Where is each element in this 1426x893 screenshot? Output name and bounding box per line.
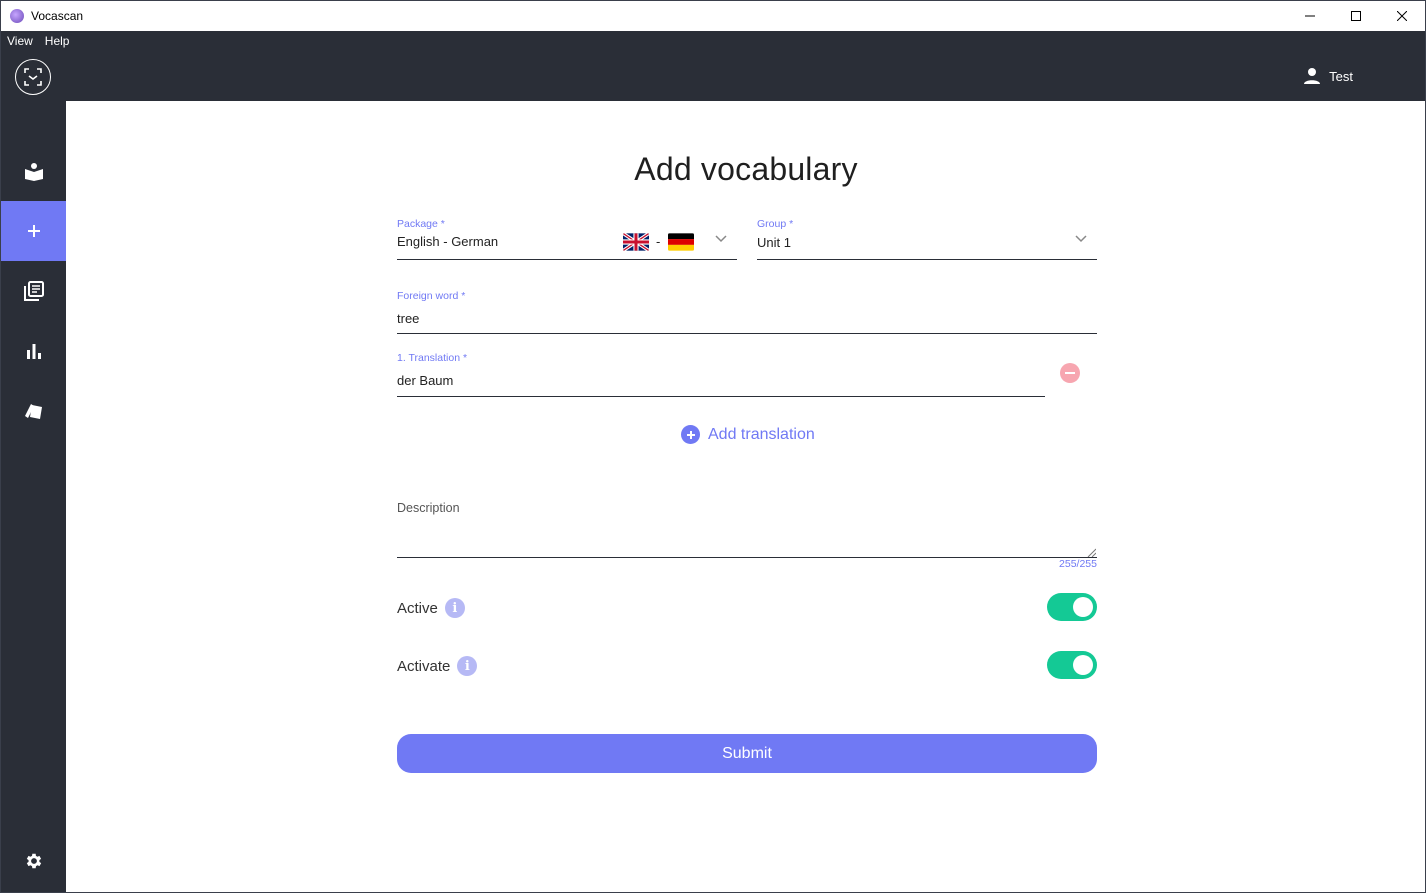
maximize-button[interactable] bbox=[1333, 1, 1379, 31]
translation-field[interactable]: 1. Translation * der Baum bbox=[397, 352, 1045, 397]
description-textarea[interactable] bbox=[397, 557, 1097, 558]
app-logo-icon bbox=[10, 9, 24, 23]
active-row: Active i bbox=[397, 593, 1097, 621]
chevron-down-icon bbox=[1075, 235, 1087, 243]
remove-translation-button[interactable] bbox=[1060, 363, 1080, 383]
active-toggle[interactable] bbox=[1047, 593, 1097, 621]
active-label-group: Active i bbox=[397, 598, 465, 618]
de-flag-icon bbox=[668, 233, 694, 251]
sidebar-item-statistics[interactable] bbox=[1, 321, 66, 381]
flag-separator: - bbox=[656, 234, 661, 249]
info-icon[interactable]: i bbox=[444, 598, 465, 618]
plus-circle-icon bbox=[681, 425, 700, 444]
plus-icon bbox=[27, 225, 40, 237]
toggle-knob bbox=[1073, 655, 1093, 675]
window-title: Vocascan bbox=[31, 9, 84, 23]
close-icon bbox=[1397, 11, 1407, 21]
resize-handle-icon[interactable] bbox=[1086, 547, 1096, 557]
package-label: Package * bbox=[397, 218, 445, 230]
submit-button[interactable]: Submit bbox=[397, 734, 1097, 773]
activate-row: Activate i bbox=[397, 651, 1097, 679]
learn-book-icon bbox=[24, 163, 43, 181]
gb-flag-icon bbox=[623, 233, 649, 251]
foreign-word-label: Foreign word * bbox=[397, 290, 466, 302]
window-controls bbox=[1287, 1, 1425, 31]
menu-help[interactable]: Help bbox=[45, 34, 70, 48]
activate-label-group: Activate i bbox=[397, 656, 478, 676]
page-title: Add vocabulary bbox=[634, 151, 858, 187]
package-select[interactable]: Package * English - German - bbox=[397, 218, 737, 260]
scan-logo-icon bbox=[24, 68, 42, 86]
minus-icon bbox=[1065, 372, 1075, 374]
group-label: Group * bbox=[757, 218, 794, 230]
toggle-knob bbox=[1073, 597, 1093, 617]
description-char-counter: 255/255 bbox=[1059, 558, 1097, 570]
gear-icon bbox=[26, 853, 41, 869]
minimize-icon bbox=[1305, 15, 1315, 17]
sidebar bbox=[1, 101, 66, 892]
maximize-icon bbox=[1351, 11, 1361, 21]
minimize-button[interactable] bbox=[1287, 1, 1333, 31]
add-translation-label: Add translation bbox=[708, 425, 815, 443]
group-value: Unit 1 bbox=[757, 235, 791, 250]
vocascan-logo[interactable] bbox=[15, 59, 51, 95]
sidebar-item-add-vocabulary[interactable] bbox=[1, 201, 66, 261]
translation-value: der Baum bbox=[397, 373, 454, 388]
activate-toggle[interactable] bbox=[1047, 651, 1097, 679]
close-button[interactable] bbox=[1379, 1, 1425, 31]
main-content: Add vocabulary Package * English - Germa… bbox=[66, 101, 1425, 892]
sidebar-item-library[interactable] bbox=[1, 261, 66, 321]
app-window: Vocascan View Help Test Add vocabulary P… bbox=[0, 0, 1426, 893]
bar-chart-icon bbox=[26, 344, 41, 359]
foreign-word-value: tree bbox=[397, 311, 420, 326]
activate-label: Activate bbox=[397, 657, 451, 675]
description-label: Description bbox=[397, 501, 460, 515]
user-name: Test bbox=[1329, 68, 1353, 84]
cards-icon bbox=[24, 404, 42, 419]
info-icon[interactable]: i bbox=[457, 656, 478, 676]
active-label: Active bbox=[397, 599, 438, 617]
chevron-down-icon bbox=[715, 235, 727, 243]
sidebar-item-learn[interactable] bbox=[1, 141, 66, 201]
settings-button[interactable] bbox=[1, 831, 66, 891]
title-bar: Vocascan bbox=[1, 1, 1425, 31]
user-menu[interactable]: Test bbox=[1303, 67, 1353, 85]
user-icon bbox=[1304, 68, 1321, 84]
foreign-word-field[interactable]: Foreign word * tree bbox=[397, 290, 1097, 334]
package-value: English - German bbox=[397, 234, 499, 249]
menu-bar: View Help bbox=[1, 31, 1425, 51]
translation-label: 1. Translation * bbox=[397, 352, 468, 364]
group-select[interactable]: Group * Unit 1 bbox=[757, 218, 1097, 260]
library-icon bbox=[23, 281, 44, 301]
sidebar-item-cards[interactable] bbox=[1, 381, 66, 441]
add-translation-button[interactable]: Add translation bbox=[681, 425, 815, 444]
menu-view[interactable]: View bbox=[7, 34, 33, 48]
app-header: Test bbox=[1, 51, 1425, 101]
